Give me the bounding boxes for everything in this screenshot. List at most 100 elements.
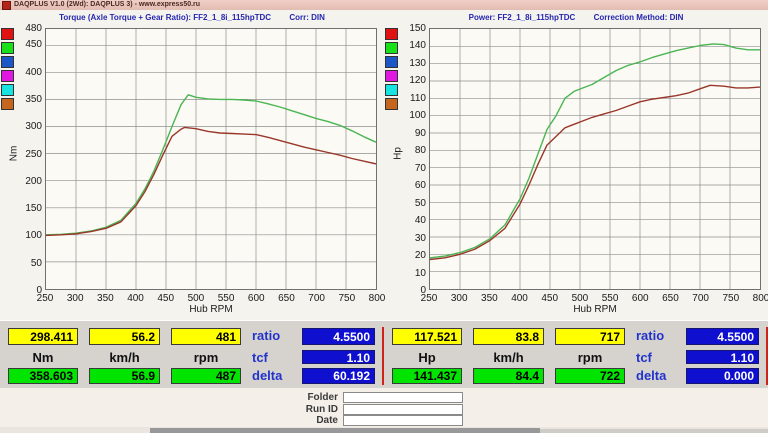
y-tick-label: 200 — [12, 176, 42, 187]
power-peak-rpm-field[interactable]: 722 — [555, 368, 625, 384]
torque-chart-panel: Torque (Axle Torque + Gear Ratio): FF2_1… — [0, 10, 384, 320]
y-tick-label: 350 — [12, 94, 42, 105]
x-tick-label: 750 — [332, 293, 362, 304]
y-tick-label: 50 — [12, 258, 42, 269]
speed-unit-label: km/h — [89, 350, 160, 365]
power-chart-panel: Power: FF2_1_8i_115hpTDC Correction Meth… — [384, 10, 768, 320]
run-id-label: Run ID — [250, 404, 338, 415]
ratio-field[interactable]: 4.5500 — [302, 328, 375, 345]
x-tick-label: 350 — [474, 293, 504, 304]
power-cursor-rpm-field[interactable]: 717 — [555, 328, 625, 345]
measured-power-curve — [430, 85, 760, 259]
rpm-unit-label: rpm — [555, 350, 625, 365]
x-tick-label: 400 — [121, 293, 151, 304]
power-correction-label: Correction Method: DIN — [594, 13, 684, 22]
delta-field[interactable]: 60.192 — [302, 368, 375, 384]
x-tick-label: 300 — [60, 293, 90, 304]
x-tick-label: 500 — [181, 293, 211, 304]
corrected-power-curve — [430, 44, 760, 258]
ratio-label: ratio — [252, 328, 298, 345]
x-tick-label: 450 — [151, 293, 181, 304]
delta-field[interactable]: 0.000 — [686, 368, 759, 384]
torque-cursor-rpm-field[interactable]: 481 — [171, 328, 241, 345]
x-tick-label: 300 — [444, 293, 474, 304]
y-tick-label: 40 — [396, 215, 426, 226]
y-tick-label: 140 — [396, 40, 426, 51]
y-tick-label: 480 — [12, 23, 42, 34]
y-tick-label: 400 — [12, 67, 42, 78]
corrected-torque-curve — [46, 95, 376, 235]
y-tick-label: 450 — [12, 39, 42, 50]
y-tick-label: 150 — [396, 23, 426, 34]
y-tick-label: 250 — [12, 149, 42, 160]
torque-plot-area[interactable] — [45, 28, 377, 290]
power-plot-area[interactable] — [429, 28, 761, 290]
power-chart-title-text: Power: FF2_1_8i_115hpTDC — [469, 13, 576, 22]
y-tick-label: 10 — [396, 268, 426, 279]
y-tick-label: 130 — [396, 58, 426, 69]
x-tick-label: 350 — [90, 293, 120, 304]
tcf-label: tcf — [252, 350, 298, 364]
x-tick-label: 400 — [505, 293, 535, 304]
power-chart-title: Power: FF2_1_8i_115hpTDC Correction Meth… — [384, 13, 768, 22]
date-input[interactable] — [343, 415, 463, 426]
folder-label: Folder — [250, 392, 338, 403]
charts-region: Torque (Axle Torque + Gear Ratio): FF2_1… — [0, 10, 768, 320]
x-tick-label: 800 — [746, 293, 768, 304]
tcf-field[interactable]: 1.10 — [686, 350, 759, 364]
window-title: DAQPLUS V1.0 (2Wd): DAQPLUS 3) - www.exp… — [14, 1, 200, 9]
y-tick-label: 100 — [12, 230, 42, 241]
taskbar-segment[interactable] — [150, 428, 540, 433]
x-tick-label: 550 — [211, 293, 241, 304]
torque-peak-speed-field[interactable]: 56.9 — [89, 368, 160, 384]
readout-region: 298.411 56.2 481 ratio 4.5500 Nm km/h rp… — [0, 320, 768, 388]
ratio-label: ratio — [636, 328, 682, 345]
tcf-label: tcf — [636, 350, 682, 364]
tcf-field[interactable]: 1.10 — [302, 350, 375, 364]
run-id-input[interactable] — [343, 404, 463, 415]
torque-chart-title-text: Torque (Axle Torque + Gear Ratio): FF2_1… — [59, 13, 271, 22]
taskbar-segment-right — [540, 429, 768, 433]
torque-readout-panel: 298.411 56.2 481 ratio 4.5500 Nm km/h rp… — [0, 321, 384, 389]
folder-input[interactable] — [343, 392, 463, 403]
x-tick-label: 250 — [30, 293, 60, 304]
app-icon — [2, 1, 11, 10]
speed-unit-label: km/h — [473, 350, 544, 365]
torque-unit-label: Nm — [8, 350, 78, 365]
power-cursor-speed-field[interactable]: 83.8 — [473, 328, 544, 345]
y-tick-label: 20 — [396, 250, 426, 261]
y-tick-label: 70 — [396, 163, 426, 174]
measured-torque-curve — [46, 127, 376, 235]
y-tick-label: 30 — [396, 233, 426, 244]
y-tick-label: 150 — [12, 203, 42, 214]
torque-cursor-value-field[interactable]: 298.411 — [8, 328, 78, 345]
x-tick-label: 600 — [241, 293, 271, 304]
y-tick-label: 300 — [12, 121, 42, 132]
x-tick-label: 550 — [595, 293, 625, 304]
x-tick-label: 700 — [686, 293, 716, 304]
torque-peak-rpm-field[interactable]: 487 — [171, 368, 241, 384]
x-tick-label: 650 — [271, 293, 301, 304]
torque-cursor-speed-field[interactable]: 56.2 — [89, 328, 160, 345]
x-tick-label: 500 — [565, 293, 595, 304]
torque-correction-label: Corr: DIN — [289, 13, 325, 22]
y-tick-label: 80 — [396, 145, 426, 156]
ratio-field[interactable]: 4.5500 — [686, 328, 759, 345]
window-titlebar[interactable]: DAQPLUS V1.0 (2Wd): DAQPLUS 3) - www.exp… — [0, 0, 768, 10]
power-unit-label: Hp — [392, 350, 462, 365]
power-peak-value-field[interactable]: 141.437 — [392, 368, 462, 384]
x-tick-label: 600 — [625, 293, 655, 304]
taskbar-strip — [0, 427, 768, 433]
y-tick-label: 60 — [396, 180, 426, 191]
torque-chart-title: Torque (Axle Torque + Gear Ratio): FF2_1… — [0, 13, 384, 22]
power-peak-speed-field[interactable]: 84.4 — [473, 368, 544, 384]
x-tick-label: 250 — [414, 293, 444, 304]
y-tick-label: 50 — [396, 198, 426, 209]
power-x-axis-label: Hub RPM — [429, 304, 761, 315]
power-cursor-value-field[interactable]: 117.521 — [392, 328, 462, 345]
torque-peak-value-field[interactable]: 358.603 — [8, 368, 78, 384]
x-tick-label: 650 — [655, 293, 685, 304]
date-label: Date — [250, 415, 338, 426]
x-tick-label: 450 — [535, 293, 565, 304]
delta-label: delta — [636, 368, 682, 384]
